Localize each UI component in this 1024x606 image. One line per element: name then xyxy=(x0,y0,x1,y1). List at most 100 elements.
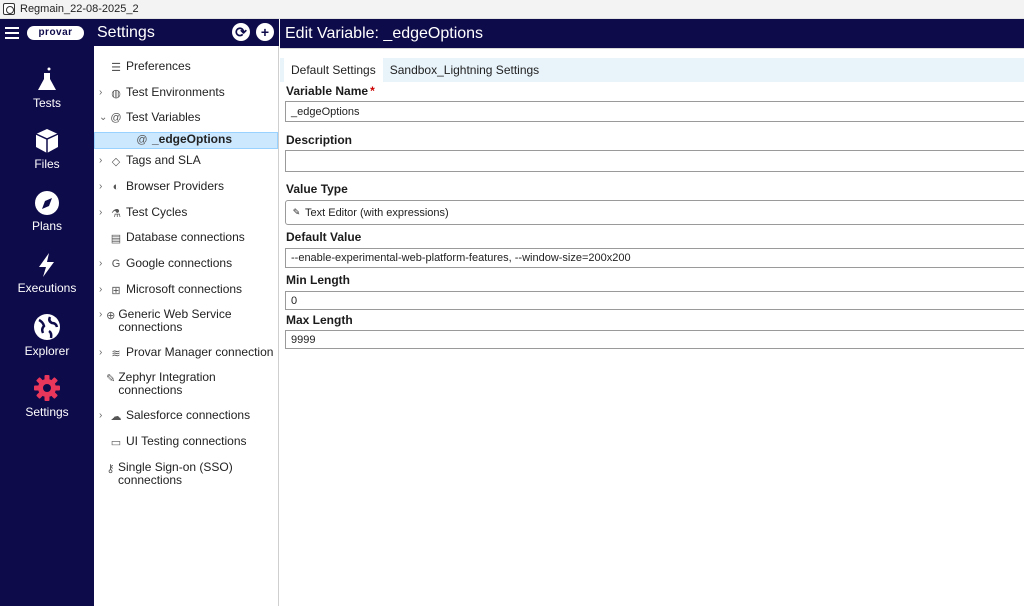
value-type-label: Value Type xyxy=(286,182,348,196)
window-title: Regmain_22-08-2025_2 xyxy=(20,3,139,15)
variable-name-label: Variable Name * xyxy=(286,84,375,98)
editor-header: Edit Variable: _edgeOptions xyxy=(280,19,1024,48)
tree-item-browser-providers[interactable]: › ◐ Browser Providers xyxy=(94,180,278,194)
min-length-label: Min Length xyxy=(286,273,350,287)
os-titlebar: Regmain_22-08-2025_2 xyxy=(0,0,1024,19)
tree-item-tags-and-sla[interactable]: › ◇ Tags and SLA xyxy=(94,154,278,168)
sliders-icon: ☰ xyxy=(111,61,121,74)
tree-item-label: Test Cycles xyxy=(126,205,188,219)
settings-tree: ☰ Preferences › ◍ Test Environments ⌄ @ … xyxy=(94,46,279,606)
app-icon xyxy=(3,3,15,15)
tree-item-label: Browser Providers xyxy=(126,179,225,193)
settings-panel-header: Settings ⟳ + xyxy=(94,19,279,46)
layers-icon: ≋ xyxy=(111,347,121,360)
tab-sandbox-lightning-settings[interactable]: Sandbox_Lightning Settings xyxy=(383,58,546,82)
tree-item-label: Google connections xyxy=(126,256,233,270)
flask-icon: ⚗ xyxy=(111,207,121,220)
browser-icon: ◐ xyxy=(112,181,120,193)
value-type-select[interactable]: ✎ Text Editor (with expressions) xyxy=(285,200,1024,225)
tree-item-preferences[interactable]: ☰ Preferences xyxy=(94,60,278,74)
tree-item-label: Test Environments xyxy=(126,85,225,99)
database-icon: ▤ xyxy=(110,232,122,245)
default-value-input[interactable]: --enable-experimental-web-platform-featu… xyxy=(285,248,1024,268)
tree-item-zephyr-integration-connections[interactable]: ✎ Zephyr Integration connections xyxy=(94,371,224,397)
panel-title: Settings xyxy=(97,23,155,41)
min-length-input[interactable]: 0 xyxy=(285,291,1024,310)
at-icon: @ xyxy=(110,112,122,124)
tree-item-label: UI Testing connections xyxy=(126,434,247,448)
chevron-right-icon[interactable]: › xyxy=(99,257,107,271)
tree-item-label: Provar Manager connection xyxy=(126,345,274,359)
tree-item-generic-web-service-connections[interactable]: › ⊕ Generic Web Service connections xyxy=(94,308,234,334)
tree-item-test-cycles[interactable]: › ⚗ Test Cycles xyxy=(94,206,278,220)
settings-tabs: Default Settings Sandbox_Lightning Setti… xyxy=(280,58,1024,82)
chevron-down-icon[interactable]: ⌄ xyxy=(99,111,107,125)
editor-title: Edit Variable: _edgeOptions xyxy=(285,24,484,42)
rail-label-settings: Settings xyxy=(25,405,69,419)
tree-item-label: Tags and SLA xyxy=(126,153,201,167)
variable-name-input[interactable]: _edgeOptions xyxy=(285,101,1024,122)
tree-item-edgeoptions[interactable]: @ _edgeOptions xyxy=(94,132,278,149)
tag-icon: ◇ xyxy=(111,155,121,168)
cube-icon xyxy=(35,129,59,153)
tree-item-label: Preferences xyxy=(126,59,191,73)
web-icon: ⊕ xyxy=(106,309,116,322)
chevron-right-icon[interactable]: › xyxy=(99,308,104,322)
rail-item-explorer[interactable]: Explorer xyxy=(0,313,94,358)
tree-item-label: Generic Web Service connections xyxy=(118,307,232,334)
refresh-icon[interactable]: ⟳ xyxy=(232,23,250,41)
tree-item-test-variables[interactable]: ⌄ @ Test Variables xyxy=(94,111,278,125)
max-length-input[interactable]: 9999 xyxy=(285,330,1024,349)
text-editor-icon: ✎ xyxy=(292,207,301,217)
rail-item-settings[interactable]: Settings xyxy=(0,374,94,419)
rail-item-tests[interactable]: Tests xyxy=(0,67,94,110)
compass-icon xyxy=(35,191,59,215)
tree-item-test-environments[interactable]: › ◍ Test Environments xyxy=(94,86,278,100)
tree-item-label: Single Sign-on (SSO) connections xyxy=(118,460,233,487)
chevron-right-icon[interactable]: › xyxy=(99,86,107,100)
chevron-right-icon[interactable]: › xyxy=(99,154,107,168)
google-icon: G xyxy=(111,258,121,270)
chevron-right-icon[interactable]: › xyxy=(99,346,107,360)
chevron-right-icon[interactable]: › xyxy=(99,180,107,194)
tree-item-sso-connections[interactable]: ⚷ Single Sign-on (SSO) connections xyxy=(94,461,234,487)
at-icon: @ xyxy=(136,134,148,146)
cloud-icon: ☁ xyxy=(110,410,122,423)
tree-item-microsoft-connections[interactable]: › ⊞ Microsoft connections xyxy=(94,283,278,297)
nav-rail: provar Tests Files Plans Executions Expl… xyxy=(0,19,94,606)
tree-item-google-connections[interactable]: › G Google connections xyxy=(94,257,278,271)
add-icon[interactable]: + xyxy=(256,23,274,41)
hamburger-menu-icon[interactable] xyxy=(5,26,19,39)
tree-item-ui-testing-connections[interactable]: ▭ UI Testing connections xyxy=(94,435,278,449)
rail-label-plans: Plans xyxy=(31,219,63,233)
rail-label-explorer: Explorer xyxy=(24,344,70,358)
zephyr-icon: ✎ xyxy=(106,372,116,385)
monitor-icon: ▭ xyxy=(110,436,122,449)
rail-item-executions[interactable]: Executions xyxy=(0,252,94,295)
tree-item-database-connections[interactable]: ▤ Database connections xyxy=(94,231,278,245)
description-input[interactable] xyxy=(285,150,1024,172)
tree-item-provar-manager-connection[interactable]: › ≋ Provar Manager connection xyxy=(94,346,278,360)
description-label: Description xyxy=(286,133,353,147)
rail-label-executions: Executions xyxy=(17,281,77,295)
chevron-right-icon[interactable]: › xyxy=(99,409,107,423)
rail-item-files[interactable]: Files xyxy=(0,128,94,171)
provar-logo: provar xyxy=(27,25,84,40)
value-type-value: Text Editor (with expressions) xyxy=(305,206,449,219)
tab-default-settings[interactable]: Default Settings xyxy=(284,58,383,82)
tree-item-label: Salesforce connections xyxy=(126,408,251,422)
rail-label-tests: Tests xyxy=(32,96,61,110)
key-icon: ⚷ xyxy=(106,462,115,475)
rail-label-files: Files xyxy=(34,157,60,171)
tree-item-salesforce-connections[interactable]: › ☁ Salesforce connections xyxy=(94,409,278,423)
microsoft-icon: ⊞ xyxy=(111,284,121,297)
tree-item-label: _edgeOptions xyxy=(152,132,233,146)
lightning-icon xyxy=(39,253,54,277)
rail-item-plans[interactable]: Plans xyxy=(0,190,94,233)
required-marker: * xyxy=(370,84,375,98)
environment-icon: ◍ xyxy=(111,87,121,100)
header-divider xyxy=(280,48,1024,58)
chevron-right-icon[interactable]: › xyxy=(99,283,107,297)
default-value-label: Default Value xyxy=(286,230,362,244)
chevron-right-icon[interactable]: › xyxy=(99,206,107,220)
